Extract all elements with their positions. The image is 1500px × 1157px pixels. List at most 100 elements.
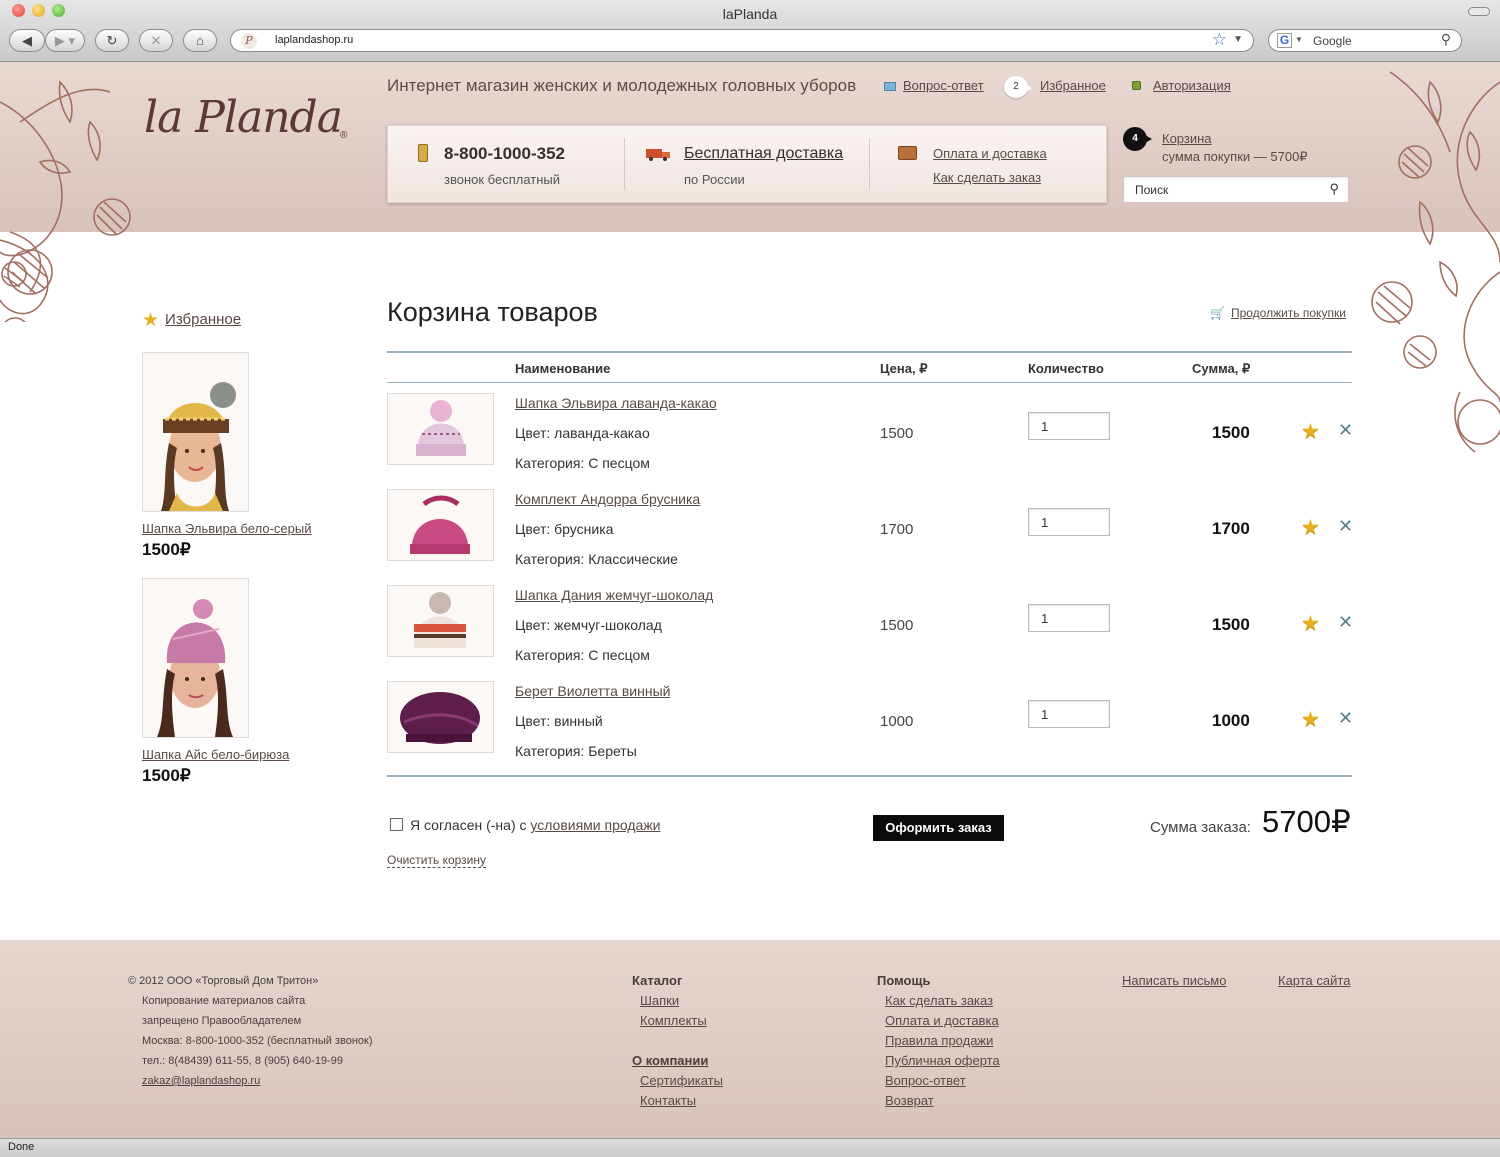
- order-total-label: Сумма заказа:: [1150, 819, 1251, 836]
- product-sum: 1500: [1212, 423, 1250, 442]
- sidebar-favorites-title[interactable]: ★ Избранное: [142, 309, 241, 332]
- favorite-card: Шапка Айс бело-бирюза 1500₽: [142, 578, 382, 786]
- faq-link[interactable]: Вопрос-ответ: [903, 78, 984, 93]
- home-icon: ⌂: [196, 33, 204, 48]
- add-to-favorites-star-icon[interactable]: ★: [1301, 613, 1320, 634]
- cart-link[interactable]: Корзина: [1162, 131, 1212, 146]
- footer-catalog-title: Каталог: [632, 973, 683, 988]
- forward-button[interactable]: ▶ ▾: [45, 29, 85, 52]
- login-link[interactable]: Авторизация: [1153, 78, 1231, 93]
- engine-dropdown-icon[interactable]: ▼: [1295, 35, 1303, 44]
- product-image[interactable]: [387, 393, 494, 465]
- quantity-input[interactable]: [1028, 700, 1110, 728]
- google-engine-icon[interactable]: G: [1277, 33, 1292, 48]
- favorites-header-link[interactable]: Избранное: [1040, 78, 1106, 93]
- how-to-order-link[interactable]: Как сделать заказ: [933, 170, 1041, 185]
- address-url: laplandashop.ru: [275, 34, 354, 46]
- table-row: Шапка Дания жемчуг-шоколад Цвет: жемчуг-…: [387, 575, 1353, 671]
- remove-item-close-icon[interactable]: ✕: [1338, 421, 1353, 439]
- home-button[interactable]: ⌂: [183, 29, 217, 52]
- back-button[interactable]: ◀: [9, 29, 45, 52]
- product-image[interactable]: [387, 585, 494, 657]
- footer-link-hats[interactable]: Шапки: [640, 993, 679, 1008]
- magnifier-icon[interactable]: ⚲: [1441, 31, 1451, 48]
- reload-icon: ↻: [106, 33, 118, 48]
- bookmark-star-icon[interactable]: ☆: [1212, 30, 1227, 50]
- remove-item-close-icon[interactable]: ✕: [1338, 709, 1353, 727]
- status-text: Done: [8, 1141, 35, 1153]
- table-row: Шапка Эльвира лаванда-какао Цвет: лаванд…: [387, 383, 1353, 479]
- product-category: Категория: С песцом: [515, 455, 650, 471]
- continue-shopping-link[interactable]: 🛒 Продолжить покупки: [1210, 306, 1346, 320]
- site-search-input[interactable]: Поиск ⚲: [1123, 176, 1349, 203]
- site-logo[interactable]: la Planda: [144, 92, 343, 143]
- favorites-badge-pointer: [1026, 84, 1032, 92]
- column-header-sum: Сумма, ₽: [1192, 361, 1251, 376]
- product-sum: 1500: [1212, 615, 1250, 634]
- browser-search-placeholder: Google: [1313, 34, 1352, 48]
- table-bottom-divider: [387, 775, 1352, 777]
- add-to-favorites-star-icon[interactable]: ★: [1301, 709, 1320, 730]
- product-color: Цвет: винный: [515, 713, 603, 729]
- browser-chrome: laPlanda ◀ ▶ ▾ ↻ ✕ ⌂ P laplandashop.ru ☆…: [0, 0, 1500, 62]
- favorite-product-name[interactable]: Шапка Эльвира бело-серый: [142, 521, 382, 536]
- place-order-button[interactable]: Оформить заказ: [873, 815, 1004, 841]
- footer-sitemap-link[interactable]: Карта сайта: [1278, 973, 1350, 988]
- remove-item-close-icon[interactable]: ✕: [1338, 613, 1353, 631]
- order-total-value: 5700₽: [1262, 804, 1351, 839]
- product-name-link[interactable]: Комплект Андорра брусника: [515, 491, 700, 507]
- product-category: Категория: Береты: [515, 743, 637, 759]
- address-bar[interactable]: P laplandashop.ru ☆ ▼: [230, 29, 1254, 52]
- product-name-link[interactable]: Шапка Дания жемчуг-шоколад: [515, 587, 713, 603]
- footer-link-payment-delivery[interactable]: Оплата и доставка: [885, 1013, 999, 1028]
- add-to-favorites-star-icon[interactable]: ★: [1301, 421, 1320, 442]
- favorite-card: Шапка Эльвира бело-серый 1500₽: [142, 352, 382, 560]
- footer-company-title[interactable]: О компании: [632, 1053, 708, 1068]
- favorite-product-image[interactable]: [142, 578, 249, 738]
- footer-link-how-to-order[interactable]: Как сделать заказ: [885, 993, 993, 1008]
- footer-email-link[interactable]: zakaz@laplandashop.ru: [142, 1075, 260, 1087]
- footer-legal-line: Копирование материалов сайта: [142, 995, 306, 1007]
- free-delivery-link[interactable]: Бесплатная доставка: [684, 145, 843, 163]
- browser-search-field[interactable]: G ▼ Google ⚲: [1268, 29, 1462, 52]
- site-favicon-icon: P: [241, 33, 257, 49]
- clear-cart-link[interactable]: Очистить корзину: [387, 853, 486, 868]
- product-price: 1700: [880, 521, 914, 538]
- product-price: 1500: [880, 425, 914, 442]
- add-to-favorites-star-icon[interactable]: ★: [1301, 517, 1320, 538]
- favorite-product-name[interactable]: Шапка Айс бело-бирюза: [142, 747, 382, 762]
- sale-terms-link[interactable]: условиями продажи: [530, 817, 660, 833]
- agree-terms-text: Я согласен (-на) с: [410, 817, 531, 833]
- favorite-product-image[interactable]: [142, 352, 249, 512]
- payment-delivery-link[interactable]: Оплата и доставка: [933, 146, 1047, 161]
- info-divider: [869, 138, 870, 190]
- reload-button[interactable]: ↻: [95, 29, 129, 52]
- quantity-input[interactable]: [1028, 508, 1110, 536]
- delivery-note: по России: [684, 172, 745, 187]
- footer-phone-line: Москва: 8-800-1000-352 (бесплатный звоно…: [142, 1035, 373, 1047]
- footer-link-contacts[interactable]: Контакты: [640, 1093, 696, 1108]
- footer-write-letter-link[interactable]: Написать письмо: [1122, 973, 1226, 988]
- product-name-link[interactable]: Шапка Эльвира лаванда-какао: [515, 395, 717, 411]
- stop-button[interactable]: ✕: [139, 29, 173, 52]
- footer-link-faq[interactable]: Вопрос-ответ: [885, 1073, 966, 1088]
- product-image[interactable]: [387, 681, 494, 753]
- history-dropdown-icon[interactable]: ▼: [1233, 34, 1243, 45]
- footer-link-sets[interactable]: Комплекты: [640, 1013, 707, 1028]
- remove-item-close-icon[interactable]: ✕: [1338, 517, 1353, 535]
- footer-link-public-offer[interactable]: Публичная оферта: [885, 1053, 1000, 1068]
- search-icon[interactable]: ⚲: [1329, 181, 1339, 197]
- favorite-product-price: 1500₽: [142, 766, 191, 785]
- footer-link-sale-rules[interactable]: Правила продажи: [885, 1033, 993, 1048]
- phone-icon: [418, 144, 428, 162]
- quantity-input[interactable]: [1028, 412, 1110, 440]
- quantity-input[interactable]: [1028, 604, 1110, 632]
- column-header-name: Наименование: [515, 361, 611, 376]
- phone-number: 8-800-1000-352: [444, 144, 565, 163]
- agree-terms-checkbox[interactable]: [390, 818, 403, 831]
- product-image[interactable]: [387, 489, 494, 561]
- toolbar-toggle-button[interactable]: [1468, 7, 1490, 16]
- footer-link-returns[interactable]: Возврат: [885, 1093, 934, 1108]
- product-name-link[interactable]: Берет Виолетта винный: [515, 683, 670, 699]
- footer-link-certificates[interactable]: Сертификаты: [640, 1073, 723, 1088]
